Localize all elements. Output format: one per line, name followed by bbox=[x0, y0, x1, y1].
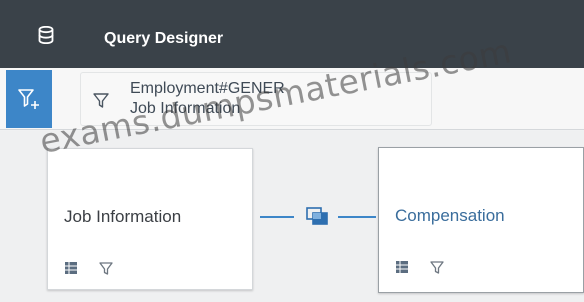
filter-icon[interactable] bbox=[98, 260, 114, 276]
entity-card-compensation[interactable]: Compensation bbox=[378, 147, 584, 293]
add-filter-button[interactable] bbox=[6, 70, 52, 128]
table-icon[interactable] bbox=[395, 260, 409, 274]
add-filter-icon bbox=[18, 89, 39, 109]
join-connector bbox=[338, 216, 376, 218]
page-title: Query Designer bbox=[104, 30, 224, 47]
entity-card-title: Job Information bbox=[64, 207, 182, 226]
filter-icon bbox=[93, 93, 109, 108]
entity-card-title: Compensation bbox=[395, 206, 505, 225]
filter-icon[interactable] bbox=[429, 259, 445, 275]
filter-token-field: Employment#GENER bbox=[130, 80, 285, 97]
database-icon bbox=[38, 26, 54, 44]
query-designer-header: Query Designer bbox=[0, 0, 584, 68]
filter-token-entity: Job Information bbox=[130, 100, 241, 117]
join-icon[interactable] bbox=[304, 205, 332, 229]
entity-card-job-information[interactable]: Job Information bbox=[47, 148, 253, 290]
join-connector bbox=[260, 216, 294, 218]
table-icon[interactable] bbox=[64, 261, 78, 275]
